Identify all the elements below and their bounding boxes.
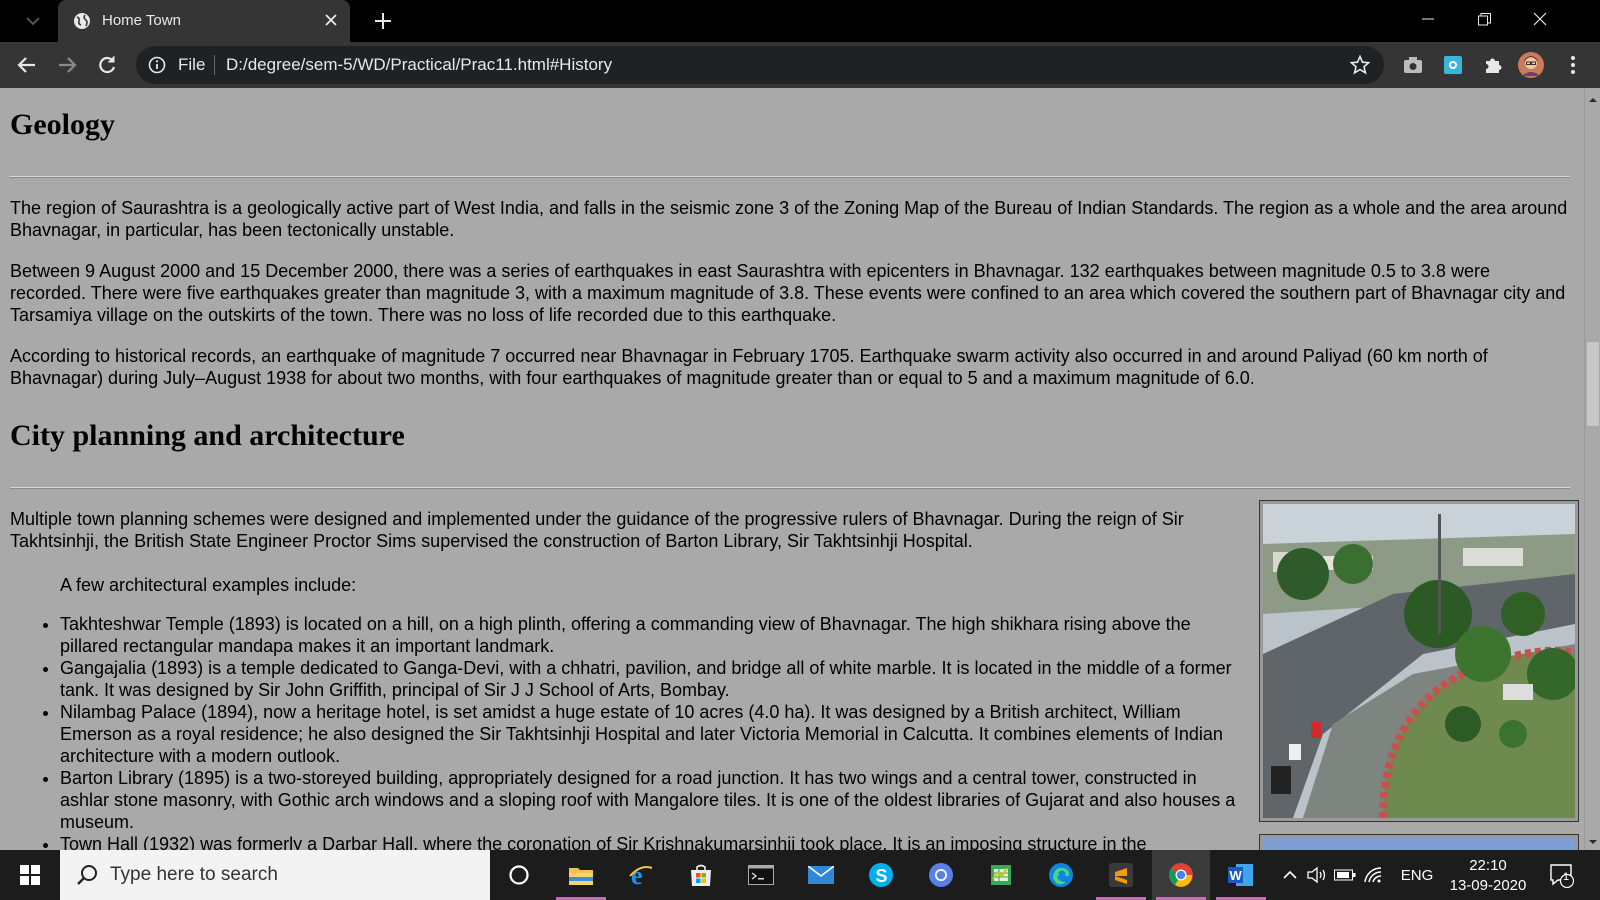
profile-avatar[interactable] xyxy=(1518,52,1544,78)
architecture-intro: A few architectural examples include: xyxy=(60,575,357,595)
wifi-icon[interactable] xyxy=(1360,850,1386,900)
address-separator xyxy=(214,55,215,75)
back-arrow-icon[interactable] xyxy=(14,52,40,78)
clock-time: 22:10 xyxy=(1469,857,1507,874)
close-window-icon[interactable] xyxy=(1512,0,1568,38)
taskbar-search-box[interactable]: Type here to search xyxy=(60,850,490,900)
geology-heading: Geology xyxy=(10,108,115,141)
city-street-photo xyxy=(1259,834,1579,850)
windows-start-icon[interactable] xyxy=(0,850,60,900)
scroll-up-arrow-icon[interactable] xyxy=(1588,92,1598,102)
minimize-window-icon[interactable] xyxy=(1400,0,1456,38)
tab-title: Home Town xyxy=(102,12,181,29)
notification-center-icon[interactable]: 1 xyxy=(1542,850,1582,900)
skype-icon[interactable]: S xyxy=(852,850,910,900)
word-icon[interactable]: W xyxy=(1212,850,1270,900)
chrome-icon[interactable] xyxy=(1152,850,1210,900)
address-url[interactable]: D:/degree/sem-5/WD/Practical/Prac11.html… xyxy=(226,55,612,75)
geology-paragraph-3: According to historical records, an eart… xyxy=(10,346,1488,388)
forward-arrow-icon[interactable] xyxy=(54,52,80,78)
browser-tab-active[interactable]: Home Town xyxy=(58,0,350,42)
search-icon xyxy=(76,864,98,886)
list-item: Nilambag Palace (1894), now a heritage h… xyxy=(60,701,1240,767)
bookmark-star-icon[interactable] xyxy=(1349,54,1371,75)
restore-window-icon[interactable] xyxy=(1456,0,1512,38)
notification-count: 1 xyxy=(1562,871,1570,883)
list-item: Town Hall (1932) was formerly a Darbar H… xyxy=(60,833,1240,850)
geology-paragraph-2: Between 9 August 2000 and 15 December 20… xyxy=(10,261,1566,325)
input-language[interactable]: ENG xyxy=(1392,850,1442,900)
edge-icon[interactable] xyxy=(1032,850,1090,900)
globe-icon xyxy=(73,12,91,30)
file-explorer-icon[interactable] xyxy=(552,850,610,900)
scroll-down-arrow-icon[interactable] xyxy=(1588,834,1598,844)
city-planning-divider xyxy=(10,487,1570,489)
new-tab-button[interactable] xyxy=(370,8,396,34)
svg-text:e: e xyxy=(631,862,643,888)
search-placeholder: Type here to search xyxy=(110,864,278,885)
tab-close-icon[interactable] xyxy=(320,9,342,31)
sheets-app-icon[interactable] xyxy=(972,850,1030,900)
browser-title-bar: Home Town xyxy=(0,0,1600,42)
svg-text:W: W xyxy=(1230,868,1243,883)
internet-explorer-icon[interactable]: e xyxy=(612,850,670,900)
camera-extension-icon[interactable] xyxy=(1400,52,1426,78)
sublime-text-icon[interactable] xyxy=(1092,850,1150,900)
reload-icon[interactable] xyxy=(94,52,120,78)
list-item: Barton Library (1895) is a two-storeyed … xyxy=(60,767,1240,833)
screenshot-extension-icon[interactable] xyxy=(1440,52,1466,78)
city-planning-paragraph: Multiple town planning schemes were desi… xyxy=(10,509,1184,551)
volume-icon[interactable] xyxy=(1304,850,1330,900)
clock-date: 13-09-2020 xyxy=(1449,877,1527,894)
show-hidden-icons-chevron-icon[interactable] xyxy=(1278,850,1302,900)
address-scheme: File xyxy=(178,55,206,74)
geology-divider xyxy=(10,176,1570,178)
city-junction-photo xyxy=(1259,500,1579,822)
scrollbar-thumb[interactable] xyxy=(1587,342,1599,426)
mail-icon[interactable] xyxy=(792,850,850,900)
page-viewport[interactable]: Geology The region of Saurashtra is a ge… xyxy=(0,88,1584,850)
battery-icon[interactable] xyxy=(1332,850,1358,900)
browser-toolbar: File D:/degree/sem-5/WD/Practical/Prac11… xyxy=(0,42,1600,88)
list-item: Gangajalia (1893) is a temple dedicated … xyxy=(60,657,1240,701)
tab-search-icon[interactable] xyxy=(24,12,42,30)
address-bar[interactable]: File D:/degree/sem-5/WD/Practical/Prac11… xyxy=(136,46,1384,84)
city-planning-heading: City planning and architecture xyxy=(10,419,405,452)
task-view-icon[interactable] xyxy=(490,850,548,900)
browser-menu-icon[interactable] xyxy=(1560,52,1586,78)
system-clock[interactable]: 22:10 13-09-2020 xyxy=(1448,856,1528,896)
info-icon[interactable] xyxy=(148,56,166,74)
page-scrollbar[interactable] xyxy=(1584,88,1600,850)
microsoft-store-icon[interactable] xyxy=(672,850,730,900)
chromium-icon[interactable] xyxy=(912,850,970,900)
svg-text:S: S xyxy=(876,866,888,886)
geology-paragraph-1: The region of Saurashtra is a geological… xyxy=(10,198,1568,240)
windows-taskbar: Type here to search e S W ENG 22:10 13-0… xyxy=(0,850,1600,900)
extensions-puzzle-icon[interactable] xyxy=(1480,52,1506,78)
terminal-icon[interactable] xyxy=(732,850,790,900)
architecture-list: Takhteshwar Temple (1893) is located on … xyxy=(60,613,1240,850)
list-item: Takhteshwar Temple (1893) is located on … xyxy=(60,613,1240,657)
